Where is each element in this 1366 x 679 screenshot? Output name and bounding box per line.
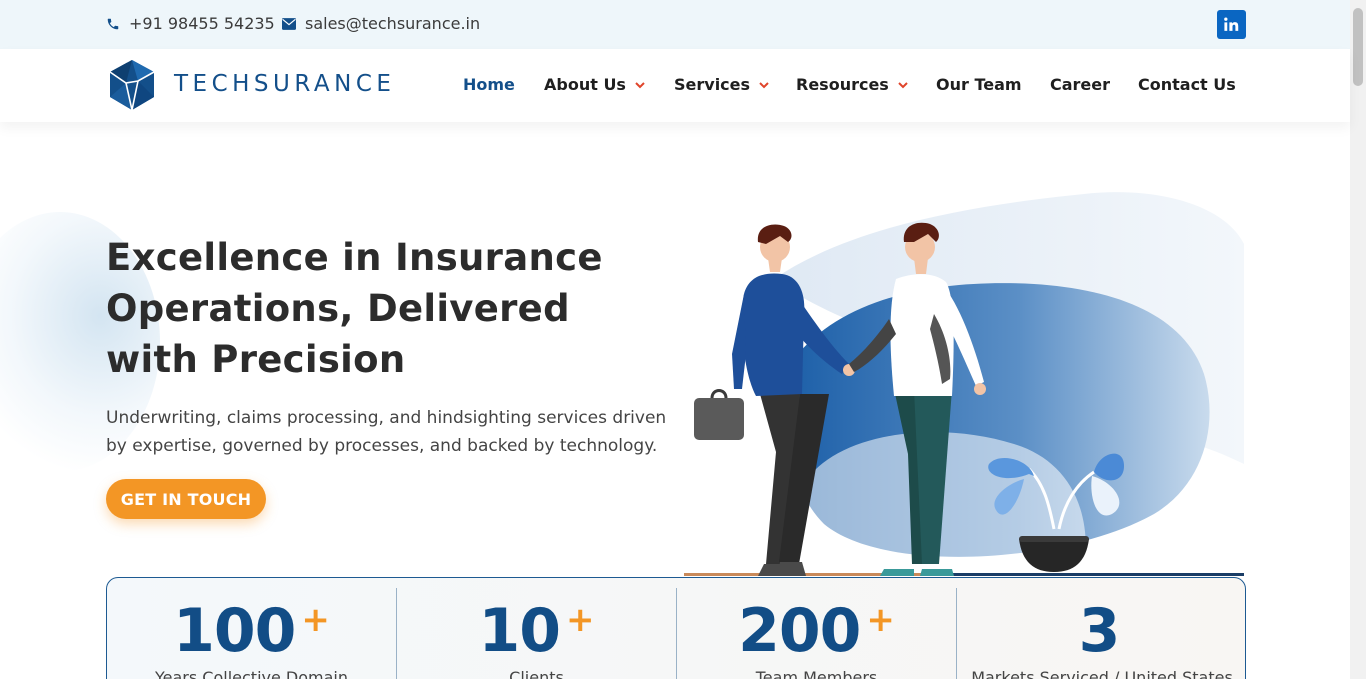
site-header: TECHSURANCE Home About Us Services Resou… [0, 49, 1350, 122]
stat-clients: 10 + Clients [397, 578, 676, 679]
logo-mark-icon [109, 60, 155, 111]
nav-services-label: Services [674, 75, 751, 94]
hero-title: Excellence in Insurance Operations, Deli… [106, 232, 666, 385]
scrollbar-thumb[interactable] [1353, 8, 1363, 86]
handshake-illustration [684, 192, 1244, 576]
nav-our-team-label: Our Team [936, 75, 1022, 94]
nav-services[interactable]: Services [674, 75, 769, 94]
get-in-touch-button[interactable]: GET IN TOUCH [106, 479, 266, 519]
stat-plus: + [301, 600, 330, 640]
nav-resources[interactable]: Resources [796, 75, 908, 94]
hero-title-line-3: with Precision [106, 338, 406, 381]
chevron-down-icon [759, 81, 769, 88]
nav-home[interactable]: Home [463, 75, 515, 94]
nav-resources-label: Resources [796, 75, 889, 94]
stat-plus: + [566, 600, 595, 640]
chevron-down-icon [635, 81, 645, 88]
stat-value: 200 [738, 596, 861, 666]
nav-our-team[interactable]: Our Team [936, 75, 1022, 94]
nav-contact-us[interactable]: Contact Us [1138, 75, 1236, 94]
nav-career-label: Career [1050, 75, 1111, 94]
phone-contact[interactable]: +91 98455 54235 [106, 14, 275, 33]
stat-label: Team Members [755, 668, 878, 679]
mail-icon [282, 17, 296, 30]
stat-value: 10 [478, 596, 561, 666]
page-scrollbar[interactable] [1350, 0, 1366, 679]
nav-home-label: Home [463, 75, 515, 94]
linkedin-icon[interactable] [1217, 10, 1246, 39]
top-contact-bar: +91 98455 54235 sales@techsurance.in [0, 0, 1350, 49]
stat-label: Clients [509, 668, 564, 679]
nav-contact-us-label: Contact Us [1138, 75, 1236, 94]
stat-label: Markets Serviced / United States [971, 668, 1233, 679]
phone-icon [107, 18, 119, 29]
stat-value: 100 [173, 596, 296, 666]
hero-subtitle: Underwriting, claims processing, and hin… [106, 408, 667, 456]
nav-about-us[interactable]: About Us [544, 75, 645, 94]
email-contact[interactable]: sales@techsurance.in [282, 14, 480, 33]
stat-plus: + [866, 600, 895, 640]
stat-years: 100 + Years Collective Domain [107, 578, 396, 679]
phone-number: +91 98455 54235 [129, 14, 275, 33]
stats-panel: 100 + Years Collective Domain 10 + Clien… [106, 577, 1246, 679]
nav-about-us-label: About Us [544, 75, 626, 94]
chevron-down-icon [898, 81, 908, 88]
nav-career[interactable]: Career [1050, 75, 1110, 94]
stat-label: Years Collective Domain [155, 668, 348, 679]
stat-value: 3 [1078, 596, 1121, 666]
stat-markets: 3 Markets Serviced / United States [957, 578, 1245, 679]
email-address: sales@techsurance.in [305, 14, 481, 33]
brand-name: TECHSURANCE [174, 71, 396, 97]
site-logo[interactable]: TECHSURANCE [108, 59, 408, 111]
hero-title-line-2: Operations, Delivered [106, 287, 570, 330]
stat-team-members: 200 + Team Members [677, 578, 956, 679]
hero-title-line-1: Excellence in Insurance [106, 236, 603, 279]
